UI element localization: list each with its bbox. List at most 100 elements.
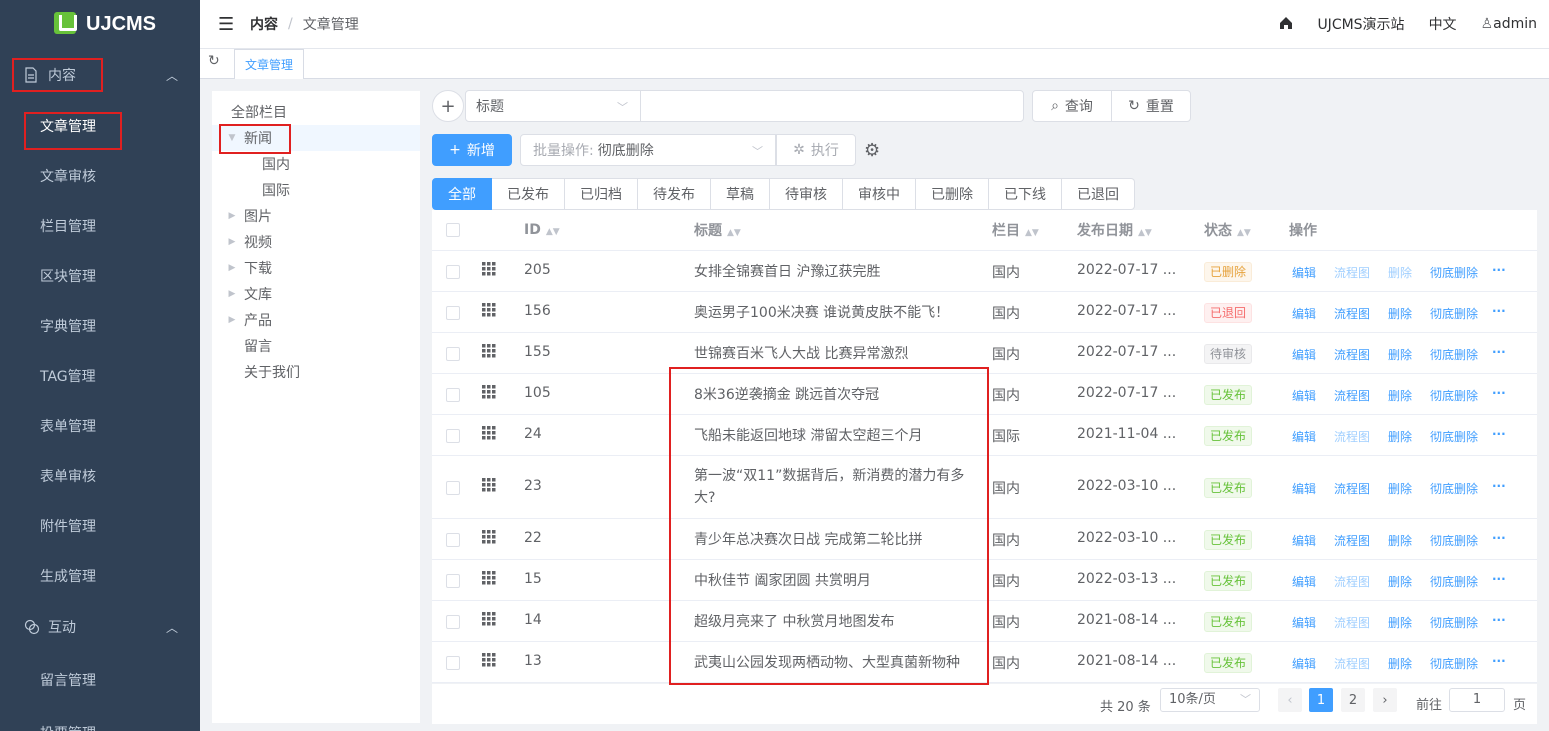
reset-button[interactable]: ↻ 重置 (1111, 90, 1191, 122)
page-1-button[interactable]: 1 (1309, 688, 1333, 712)
drag-handle-icon[interactable] (482, 652, 496, 671)
query-button[interactable]: ⌕ 查询 (1032, 90, 1112, 122)
drag-handle-icon[interactable] (482, 261, 496, 280)
sidebar-item-interact-0[interactable]: 留言管理 (0, 653, 200, 706)
edit-link[interactable]: 编辑 (1292, 264, 1316, 281)
status-tab-9[interactable]: 已退回 (1062, 178, 1135, 210)
more-icon[interactable]: ··· (1492, 531, 1506, 545)
more-icon[interactable]: ··· (1492, 263, 1506, 277)
status-tab-8[interactable]: 已下线 (989, 178, 1062, 210)
tree-node[interactable]: ▼ 新闻 (212, 125, 420, 151)
search-field-select[interactable]: 标题 ﹀ (465, 90, 641, 122)
edit-link[interactable]: 编辑 (1292, 305, 1316, 322)
purge-link[interactable]: 彻底删除 (1430, 387, 1478, 404)
delete-link[interactable]: 删除 (1388, 305, 1412, 322)
tree-node[interactable]: 关于我们 (212, 359, 420, 385)
row-checkbox[interactable] (446, 305, 460, 320)
more-icon[interactable]: ··· (1492, 479, 1506, 493)
drag-handle-icon[interactable] (482, 343, 496, 362)
status-tab-7[interactable]: 已删除 (916, 178, 989, 210)
sidebar-item-4[interactable]: 字典管理 (0, 301, 200, 351)
sidebar-item-6[interactable]: 表单管理 (0, 401, 200, 451)
edit-link[interactable]: 编辑 (1292, 428, 1316, 445)
more-icon[interactable]: ··· (1492, 304, 1506, 318)
status-tab-3[interactable]: 待发布 (638, 178, 711, 210)
col-status[interactable]: 状态 ▲▼ (1204, 220, 1251, 240)
delete-link[interactable]: 删除 (1388, 480, 1412, 497)
delete-link[interactable]: 删除 (1388, 346, 1412, 363)
cell-title[interactable]: 8米36逆袭摘金 跳远首次夺冠 (694, 384, 974, 406)
status-tab-1[interactable]: 已发布 (492, 178, 565, 210)
row-checkbox[interactable] (446, 264, 460, 279)
menu-group-content[interactable]: 内容 ︿ (0, 49, 200, 101)
sidebar-item-3[interactable]: 区块管理 (0, 251, 200, 301)
edit-link[interactable]: 编辑 (1292, 346, 1316, 363)
expand-arrow-icon[interactable]: ▶ (226, 211, 238, 221)
cell-title[interactable]: 中秋佳节 阖家团圆 共赏明月 (694, 570, 974, 592)
sidebar-item-1[interactable]: 文章审核 (0, 151, 200, 201)
tree-node[interactable]: ▶ 产品 (212, 307, 420, 333)
edit-link[interactable]: 编辑 (1292, 614, 1316, 631)
purge-link[interactable]: 彻底删除 (1430, 655, 1478, 672)
row-checkbox[interactable] (446, 614, 460, 629)
drag-handle-icon[interactable] (482, 477, 496, 496)
sidebar-item-9[interactable]: 生成管理 (0, 551, 200, 601)
purge-link[interactable]: 彻底删除 (1430, 305, 1478, 322)
goto-page-input[interactable]: 1 (1449, 688, 1505, 712)
row-checkbox[interactable] (446, 655, 460, 670)
expand-arrow-icon[interactable]: ▶ (226, 289, 238, 299)
row-checkbox[interactable] (446, 428, 460, 443)
tree-node[interactable]: 国内 (212, 151, 420, 177)
more-icon[interactable]: ··· (1492, 345, 1506, 359)
flowchart-link[interactable]: 流程图 (1334, 387, 1370, 404)
more-icon[interactable]: ··· (1492, 613, 1506, 627)
cell-title[interactable]: 第一波“双11”数据背后，新消费的潜力有多大? (694, 465, 974, 509)
home-icon[interactable] (1279, 15, 1293, 34)
row-checkbox[interactable] (446, 480, 460, 495)
site-link[interactable]: UJCMS演示站 (1317, 14, 1404, 34)
tree-node[interactable]: ▶ 文库 (212, 281, 420, 307)
delete-link[interactable]: 删除 (1388, 614, 1412, 631)
tree-node[interactable]: 国际 (212, 177, 420, 203)
breadcrumb-root[interactable]: 内容 (250, 14, 278, 34)
expand-arrow-icon[interactable]: ▶ (226, 237, 238, 247)
status-tab-6[interactable]: 审核中 (843, 178, 916, 210)
edit-link[interactable]: 编辑 (1292, 573, 1316, 590)
logo[interactable]: UJCMS (0, 0, 200, 48)
delete-link[interactable]: 删除 (1388, 573, 1412, 590)
expand-search-button[interactable]: + (432, 90, 464, 122)
next-page-button[interactable]: › (1373, 688, 1397, 712)
sidebar-item-2[interactable]: 栏目管理 (0, 201, 200, 251)
expand-arrow-icon[interactable]: ▼ (226, 133, 238, 143)
col-channel[interactable]: 栏目 ▲▼ (992, 220, 1039, 240)
expand-arrow-icon[interactable]: ▶ (226, 315, 238, 325)
cell-title[interactable]: 奥运男子100米决赛 谁说黄皮肤不能飞！ (694, 302, 974, 324)
drag-handle-icon[interactable] (482, 611, 496, 630)
edit-link[interactable]: 编辑 (1292, 532, 1316, 549)
status-tab-2[interactable]: 已归档 (565, 178, 638, 210)
sidebar-item-interact-1[interactable]: 投票管理 (0, 706, 200, 731)
drag-handle-icon[interactable] (482, 302, 496, 321)
edit-link[interactable]: 编辑 (1292, 480, 1316, 497)
row-checkbox[interactable] (446, 387, 460, 402)
language-switch[interactable]: 中文 (1429, 14, 1457, 34)
tag-article-manage[interactable]: 文章管理 (234, 49, 305, 79)
purge-link[interactable]: 彻底删除 (1430, 264, 1478, 281)
page-size-select[interactable]: 10条/页 ﹀ (1160, 688, 1260, 712)
tree-node[interactable]: ▶ 视频 (212, 229, 420, 255)
col-date[interactable]: 发布日期 ▲▼ (1077, 220, 1152, 240)
edit-link[interactable]: 编辑 (1292, 655, 1316, 672)
tree-node[interactable]: ▶ 下载 (212, 255, 420, 281)
batch-operation-select[interactable]: 批量操作: 彻底删除 ﹀ (520, 134, 776, 166)
purge-link[interactable]: 彻底删除 (1430, 346, 1478, 363)
purge-link[interactable]: 彻底删除 (1430, 428, 1478, 445)
cell-title[interactable]: 武夷山公园发现两栖动物、大型真菌新物种 (694, 652, 974, 674)
cell-title[interactable]: 女排全锦赛首日 沪豫辽获完胜 (694, 261, 974, 283)
cell-title[interactable]: 超级月亮来了 中秋赏月地图发布 (694, 611, 974, 633)
purge-link[interactable]: 彻底删除 (1430, 614, 1478, 631)
purge-link[interactable]: 彻底删除 (1430, 573, 1478, 590)
search-input[interactable] (640, 90, 1024, 122)
delete-link[interactable]: 删除 (1388, 655, 1412, 672)
sidebar-item-0[interactable]: 文章管理 (0, 101, 200, 151)
col-title[interactable]: 标题 ▲▼ (694, 220, 741, 240)
